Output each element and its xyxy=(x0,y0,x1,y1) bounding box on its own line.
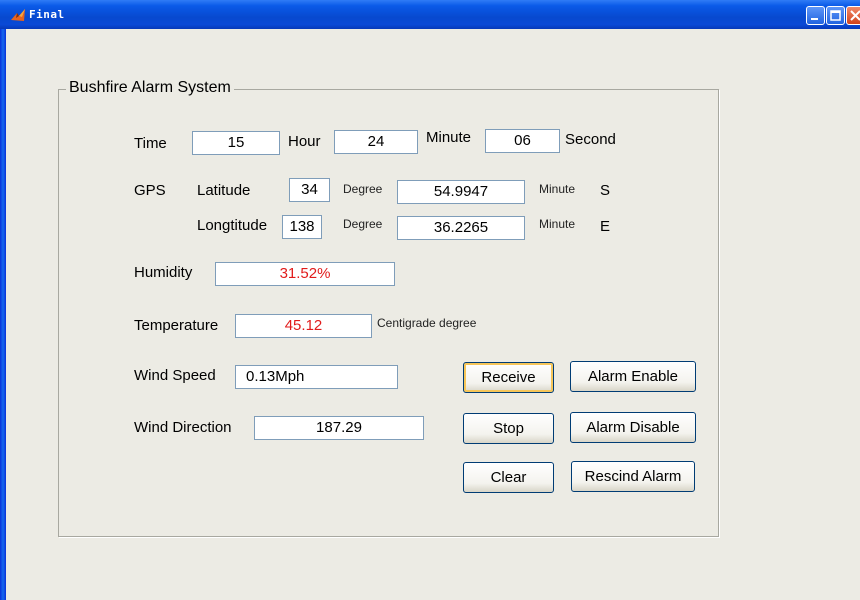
longitude-hemisphere: E xyxy=(600,218,611,235)
window-title: Final xyxy=(29,8,65,21)
hour-field[interactable]: 15 xyxy=(192,131,280,155)
wind-speed-field[interactable]: 0.13Mph xyxy=(235,365,398,389)
stop-button[interactable]: Stop xyxy=(463,413,554,444)
temperature-unit: Centigrade degree xyxy=(377,316,477,330)
humidity-field[interactable]: 31.52% xyxy=(215,262,395,286)
second-field[interactable]: 06 xyxy=(485,129,560,153)
longitude-degree-field[interactable]: 138 xyxy=(282,215,322,239)
wind-speed-label: Wind Speed xyxy=(134,367,216,384)
longitude-label: Longtitude xyxy=(197,217,268,234)
second-label: Second xyxy=(565,131,616,148)
latitude-degree-label: Degree xyxy=(343,182,383,196)
clear-button[interactable]: Clear xyxy=(463,462,554,493)
longitude-minute-field[interactable]: 36.2265 xyxy=(397,216,525,240)
gps-label: GPS xyxy=(134,182,166,199)
panel-title: Bushfire Alarm System xyxy=(66,79,234,97)
humidity-label: Humidity xyxy=(134,264,193,281)
latitude-hemisphere: S xyxy=(600,182,611,199)
longitude-degree-label: Degree xyxy=(343,217,383,231)
matlab-icon xyxy=(11,9,25,21)
close-icon xyxy=(850,10,860,21)
temperature-field[interactable]: 45.12 xyxy=(235,314,372,338)
receive-button[interactable]: Receive xyxy=(463,362,554,393)
maximize-button[interactable] xyxy=(826,6,845,25)
latitude-minute-field[interactable]: 54.9947 xyxy=(397,180,525,204)
minimize-button[interactable] xyxy=(806,6,825,25)
time-label: Time xyxy=(134,135,167,152)
rescind-alarm-button[interactable]: Rescind Alarm xyxy=(571,461,695,492)
temperature-label: Temperature xyxy=(134,317,219,334)
window-left-border xyxy=(0,29,6,600)
alarm-enable-button[interactable]: Alarm Enable xyxy=(570,361,696,392)
maximize-icon xyxy=(830,10,841,21)
minimize-icon xyxy=(811,18,818,20)
title-bar[interactable]: Final xyxy=(0,0,860,29)
close-button[interactable] xyxy=(846,6,860,25)
minute-label: Minute xyxy=(426,129,472,146)
wind-direction-label: Wind Direction xyxy=(134,419,232,436)
hour-label: Hour xyxy=(288,133,321,150)
wind-direction-field[interactable]: 187.29 xyxy=(254,416,424,440)
alarm-disable-button[interactable]: Alarm Disable xyxy=(570,412,696,443)
latitude-minute-label: Minute xyxy=(539,182,576,196)
latitude-degree-field[interactable]: 34 xyxy=(289,178,330,202)
latitude-label: Latitude xyxy=(197,182,251,199)
longitude-minute-label: Minute xyxy=(539,217,576,231)
minute-field[interactable]: 24 xyxy=(334,130,418,154)
